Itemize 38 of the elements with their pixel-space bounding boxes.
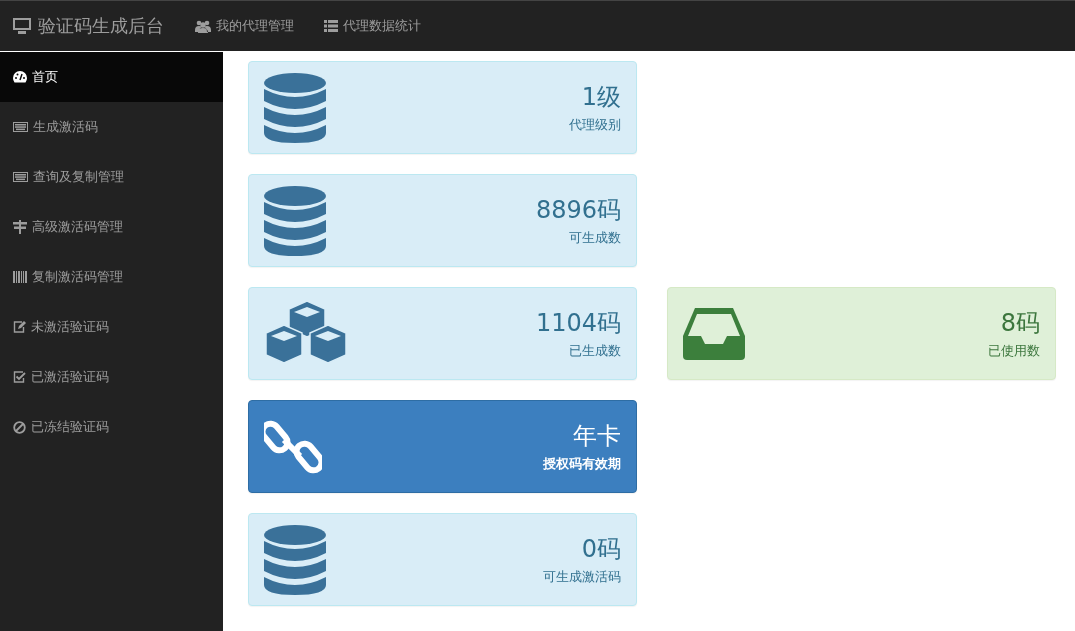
- stat-value: 年卡: [572, 420, 621, 451]
- stat-value: 8896码: [535, 194, 621, 225]
- checked-box-icon: [13, 371, 26, 383]
- stat-value: 1104码: [535, 307, 621, 338]
- list-icon: [324, 20, 338, 32]
- sidebar-item[interactable]: 查询及复制管理: [0, 152, 223, 202]
- database-icon: [264, 524, 326, 595]
- monitor-icon: [12, 17, 32, 35]
- sidebar-item[interactable]: 首页: [0, 52, 223, 102]
- database-icon: [264, 72, 326, 143]
- stat-label: 授权码有效期: [543, 454, 621, 473]
- stat-value: 0码: [580, 533, 621, 564]
- keyboard-icon: [13, 122, 28, 132]
- users-icon: [195, 19, 211, 33]
- edit-icon: [13, 321, 26, 333]
- nav-link[interactable]: 我的代理管理: [180, 17, 309, 35]
- sidebar-item[interactable]: 复制激活码管理: [0, 252, 223, 302]
- stat-label: 已使用数: [988, 341, 1040, 360]
- stat-label: 代理级别: [569, 115, 621, 134]
- stat-label: 已生成数: [568, 341, 621, 360]
- sidebar-item[interactable]: 生成激活码: [0, 102, 223, 152]
- barcode-icon: [13, 271, 27, 283]
- keyboard-icon: [13, 172, 28, 182]
- signpost-icon: [13, 220, 27, 234]
- app-title: 验证码生成后台: [38, 14, 164, 38]
- sidebar-item[interactable]: 未激活验证码: [0, 302, 223, 352]
- gauge-icon: [13, 71, 27, 83]
- stat-label: 可生成数: [568, 228, 621, 247]
- stat-label: 可生成激活码: [543, 567, 621, 586]
- inbox-icon: [683, 307, 745, 360]
- sidebar-item[interactable]: 已激活验证码: [0, 352, 223, 402]
- sidebar-item[interactable]: 已冻结验证码: [0, 402, 223, 452]
- database-icon: [264, 185, 326, 256]
- nav-link[interactable]: 代理数据统计: [309, 17, 436, 35]
- sidebar-item[interactable]: 高级激活码管理: [0, 202, 223, 252]
- stat-value: 8码: [999, 307, 1040, 338]
- stat-value: 1级: [580, 81, 621, 112]
- ban-icon: [13, 420, 26, 434]
